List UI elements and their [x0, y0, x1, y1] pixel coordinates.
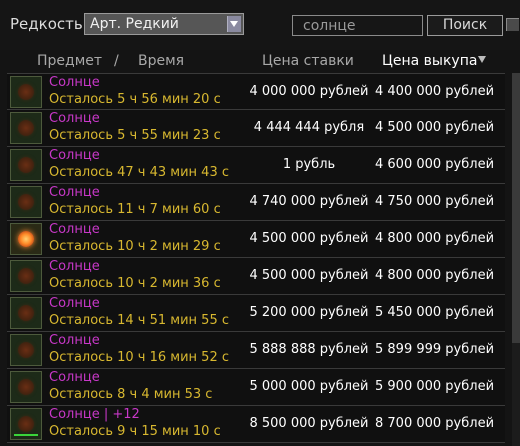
lot-bid-price: 5 200 000 рублей [249, 305, 369, 320]
lot-time-left: Осталось 8 ч 4 мин 53 с [49, 387, 213, 402]
rarity-label: Редкость [10, 15, 83, 33]
chevron-down-icon[interactable] [227, 16, 241, 32]
lot-buyout-price: 5 900 000 рублей [375, 379, 495, 394]
column-header-item[interactable]: Предмет [37, 53, 102, 69]
lot-list: Солнце Осталось 5 ч 56 мин 20 с 4 000 00… [7, 73, 505, 446]
lot-row[interactable]: Солнце Осталось 8 ч 4 мин 53 с 5 000 000… [7, 369, 505, 406]
lot-item-name: Солнце [49, 75, 100, 90]
sun-artifact-icon [10, 334, 42, 366]
lot-time-left: Осталось 5 ч 55 мин 23 с [49, 128, 221, 143]
sun-artifact-icon [10, 223, 42, 255]
lot-item-name: Солнце [49, 111, 100, 126]
lot-bid-price: 5 888 888 рублей [249, 342, 369, 357]
lot-row[interactable]: Солнце Осталось 14 ч 51 мин 55 с 5 200 0… [7, 295, 505, 332]
lot-item-name: Солнце | +12 [49, 407, 140, 422]
lot-item-name: Солнце [49, 148, 100, 163]
search-button[interactable]: Поиск [427, 15, 503, 36]
lot-buyout-price: 4 800 000 рублей [375, 231, 495, 246]
sort-desc-icon[interactable] [478, 56, 486, 63]
lot-time-left: Осталось 10 ч 2 мин 36 с [49, 276, 221, 291]
lot-time-left: Осталось 47 ч 43 мин 43 с [49, 165, 229, 180]
lot-item-name: Солнце [49, 259, 100, 274]
lot-time-left: Осталось 9 ч 15 мин 10 с [49, 424, 221, 439]
lot-bid-price: 5 000 000 рублей [249, 379, 369, 394]
lot-buyout-price: 4 400 000 рублей [375, 84, 495, 99]
lot-row[interactable]: Солнце Осталось 5 ч 55 мин 23 с 4 444 44… [7, 110, 505, 147]
column-header-bid[interactable]: Цена ставки [262, 53, 354, 69]
lot-bid-price: 4 000 000 рублей [249, 84, 369, 99]
lot-buyout-price: 8 700 000 рублей [375, 416, 495, 431]
lot-item-name: Солнце [49, 222, 100, 237]
lot-time-left: Осталось 10 ч 2 мин 29 с [49, 239, 221, 254]
rarity-select[interactable]: Арт. Редкий [84, 13, 244, 35]
lot-bid-price: 4 740 000 рублей [249, 194, 369, 209]
search-input[interactable] [292, 15, 423, 36]
lot-row[interactable]: Солнце Осталось 10 ч 2 мин 29 с 4 500 00… [7, 221, 505, 258]
lot-buyout-price: 4 750 000 рублей [375, 194, 495, 209]
lot-bid-price: 4 444 444 рубля [253, 120, 365, 135]
column-header-separator: / [114, 53, 119, 69]
lot-item-name: Солнце [49, 296, 100, 311]
lot-time-left: Осталось 11 ч 7 мин 60 с [49, 202, 221, 217]
lot-item-name: Солнце [49, 333, 100, 348]
rarity-selected-value: Арт. Редкий [90, 16, 179, 32]
column-header-buyout[interactable]: Цена выкупа [382, 53, 477, 69]
lot-buyout-price: 4 600 000 рублей [375, 157, 495, 172]
lot-buyout-price: 5 899 999 рублей [375, 342, 495, 357]
lot-bid-price: 1 рубль [282, 157, 336, 172]
sun-artifact-icon [10, 297, 42, 329]
sun-artifact-icon [10, 112, 42, 144]
lot-time-left: Осталось 10 ч 16 мин 52 с [49, 350, 229, 365]
lot-bid-price: 4 500 000 рублей [249, 231, 369, 246]
sun-artifact-icon [10, 408, 42, 440]
lot-buyout-price: 5 450 000 рублей [375, 305, 495, 320]
lot-row[interactable]: Солнце | +12 Осталось 9 ч 15 мин 10 с 8 … [7, 406, 505, 443]
lot-buyout-price: 4 800 000 рублей [375, 268, 495, 283]
lot-bid-price: 4 500 000 рублей [249, 268, 369, 283]
sun-artifact-icon [10, 186, 42, 218]
lot-row[interactable]: Солнце Осталось 47 ч 43 мин 43 с 1 рубль… [7, 147, 505, 184]
resize-corner-icon[interactable] [506, 18, 519, 31]
sun-artifact-icon [10, 371, 42, 403]
sun-artifact-icon [10, 260, 42, 292]
sun-artifact-icon [10, 149, 42, 181]
durability-bar [14, 434, 38, 436]
column-header-time[interactable]: Время [138, 53, 184, 69]
scrollbar-thumb[interactable] [512, 73, 520, 343]
lot-bid-price: 8 500 000 рублей [249, 416, 369, 431]
lot-buyout-price: 4 500 000 рублей [375, 120, 495, 135]
lot-row[interactable]: Солнце Осталось 10 ч 2 мин 36 с 4 500 00… [7, 258, 505, 295]
lot-item-name: Солнце [49, 370, 100, 385]
lot-item-name: Солнце [49, 185, 100, 200]
lot-row[interactable]: Солнце Осталось 11 ч 7 мин 60 с 4 740 00… [7, 184, 505, 221]
lot-time-left: Осталось 14 ч 51 мин 55 с [49, 313, 229, 328]
sun-artifact-icon [10, 76, 42, 108]
lot-row[interactable]: Солнце Осталось 10 ч 16 мин 52 с 5 888 8… [7, 332, 505, 369]
lot-row[interactable]: Солнце Осталось 5 ч 56 мин 20 с 4 000 00… [7, 73, 505, 110]
lot-time-left: Осталось 5 ч 56 мин 20 с [49, 92, 221, 107]
